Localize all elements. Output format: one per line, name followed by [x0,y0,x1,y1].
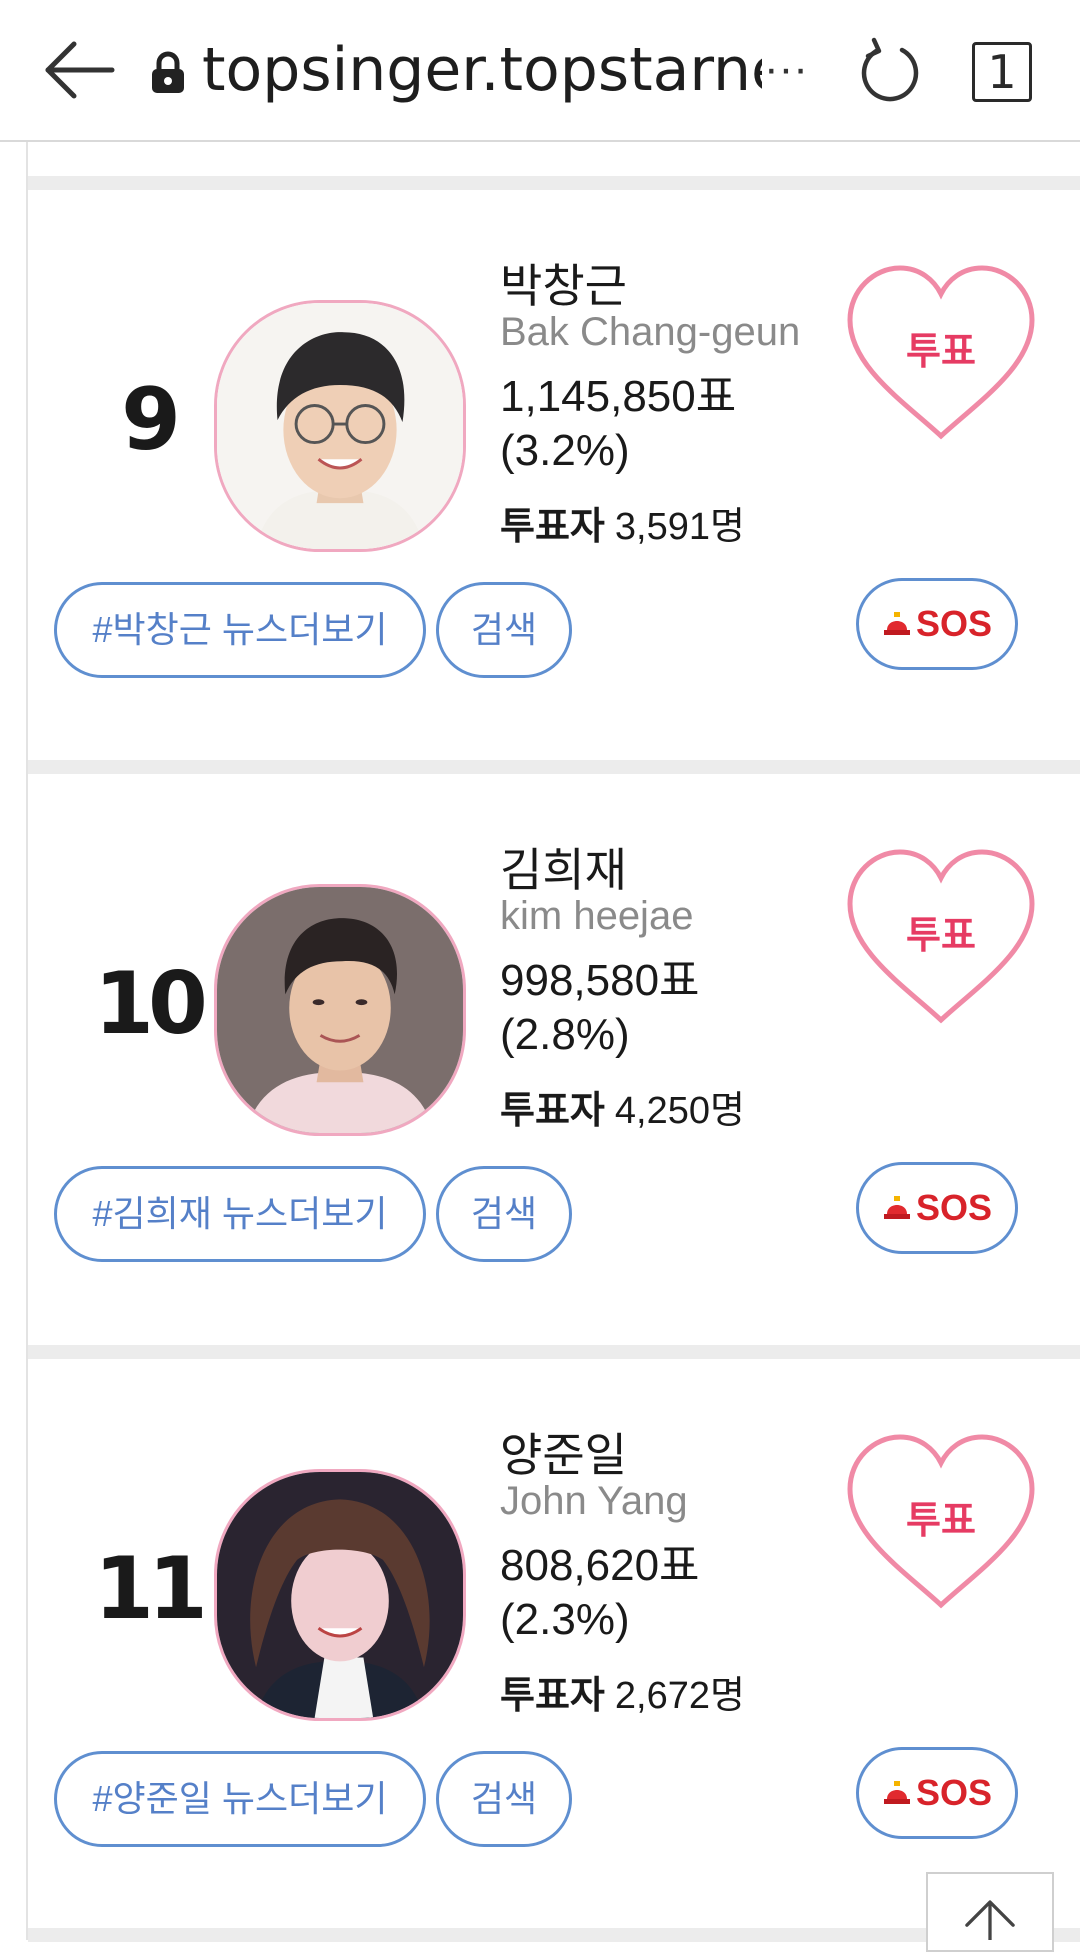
sos-button[interactable]: SOS [856,578,1018,670]
singer-name-korean: 박창근 [500,260,627,312]
voter-count: 투표자 2,672명 [500,1664,745,1719]
voter-label: 투표자 [500,1675,605,1717]
arrow-up-icon [965,1900,1015,1940]
sos-label: SOS [915,603,993,644]
singer-name-english: John Yang [500,1479,688,1523]
card-separator [28,176,1080,190]
vote-label: 투표 [906,1500,976,1542]
ranking-card: 10 김희재 kim heejae 998,580표 (2.8%) 투표자 4,2… [28,774,1080,1344]
search-button[interactable]: 검색 [436,1166,572,1262]
vote-percent: (2.3%) [500,1595,630,1644]
vote-percent: (2.8%) [500,1010,630,1059]
sos-label: SOS [915,1772,993,1813]
voter-label: 투표자 [500,506,605,548]
singer-name-korean: 양준일 [500,1429,627,1481]
vote-heart-button[interactable]: 투표 [844,846,1038,1028]
vote-count: 1,145,850표 [500,372,737,421]
sos-button[interactable]: SOS [856,1162,1018,1254]
lock-icon [148,50,188,94]
sos-button[interactable]: SOS [856,1747,1018,1839]
voter-number: 3,591명 [614,506,745,548]
siren-icon [883,1196,910,1220]
vote-heart-button[interactable]: 투표 [844,1431,1038,1613]
url-overflow-dots: ··· [764,44,808,93]
vote-label: 투표 [906,915,976,957]
news-more-button[interactable]: #김희재 뉴스더보기 [54,1166,426,1262]
vote-heart-button[interactable]: 투표 [844,262,1038,444]
voter-label: 투표자 [500,1090,605,1132]
vote-label: 투표 [906,331,976,373]
scroll-to-top-button[interactable] [926,1872,1054,1952]
news-more-button[interactable]: #박창근 뉴스더보기 [54,582,426,678]
voter-number: 4,250명 [614,1090,745,1132]
voter-count: 투표자 4,250명 [500,1079,745,1134]
singer-photo[interactable] [214,300,466,552]
singer-photo[interactable] [214,884,466,1136]
search-button[interactable]: 검색 [436,1751,572,1847]
rank-number: 9 [121,370,181,470]
siren-icon [883,612,910,636]
siren-icon [883,1781,910,1805]
singer-name-english: kim heejae [500,894,694,938]
browser-toolbar: topsinger.topstarne ··· 1 [0,0,1080,142]
singer-name-korean: 김희재 [500,844,627,896]
rank-number: 11 [94,1539,208,1639]
sos-label: SOS [915,1187,993,1228]
ranking-card: 11 양준일 John Yang 808,620표 (2.3%) 투표자 2,67… [28,1359,1080,1929]
tab-count-button[interactable]: 1 [972,42,1032,102]
ranking-card: 9 박창근 Bak Chang-geun 1,145,850표 (3.2%) 투… [28,190,1080,760]
singer-photo[interactable] [214,1469,466,1721]
voter-number: 2,672명 [614,1675,745,1717]
card-separator [28,760,1080,774]
news-more-button[interactable]: #양준일 뉴스더보기 [54,1751,426,1847]
singer-name-english: Bak Chang-geun [500,310,801,354]
vote-percent: (3.2%) [500,426,630,475]
rank-number: 10 [94,954,208,1054]
search-button[interactable]: 검색 [436,582,572,678]
reload-icon[interactable] [854,36,926,108]
address-bar-url[interactable]: topsinger.topstarne [202,30,762,110]
back-arrow-icon[interactable] [40,30,120,110]
vote-count: 998,580표 [500,956,700,1005]
vote-count: 808,620표 [500,1541,700,1590]
card-separator [28,1345,1080,1359]
voter-count: 투표자 3,591명 [500,495,745,550]
